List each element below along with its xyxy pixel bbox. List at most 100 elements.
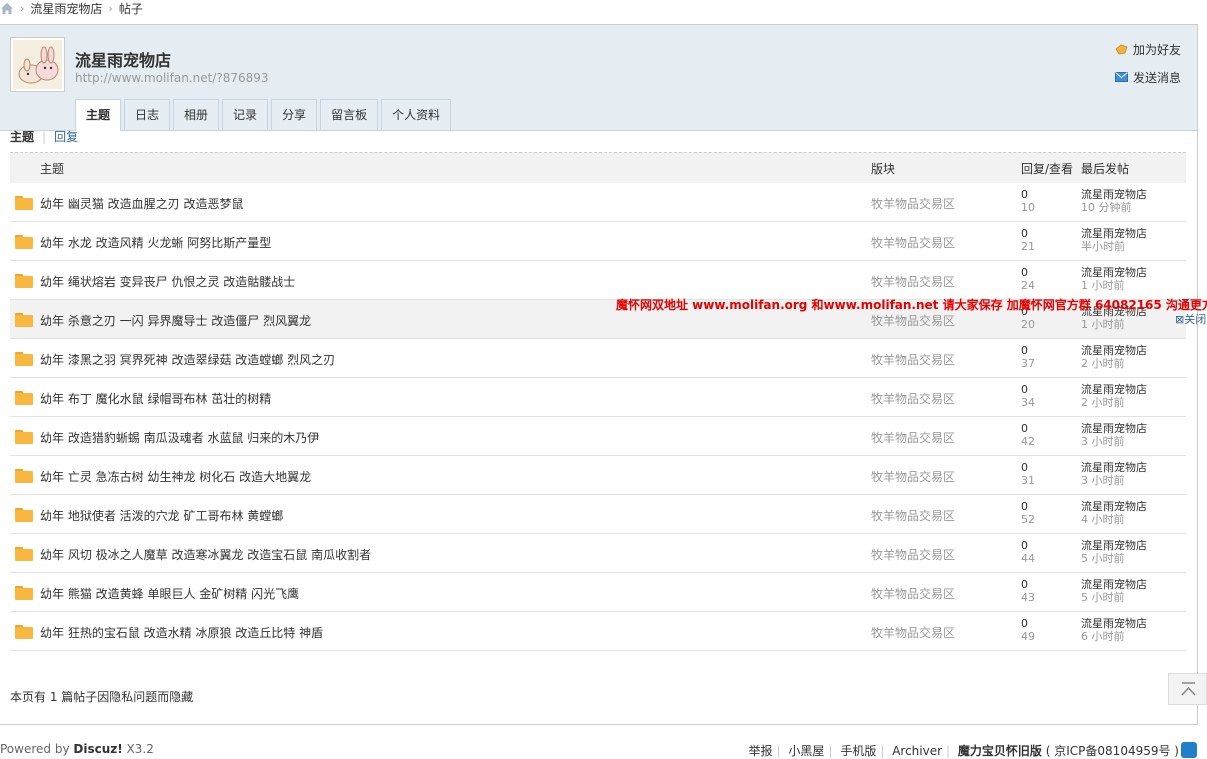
back-to-top-button[interactable] — [1168, 673, 1207, 705]
last-post-user[interactable]: 流星雨宠物店 — [1081, 461, 1147, 474]
subtab-topics[interactable]: 主题 — [10, 128, 34, 145]
footer-mobile-link[interactable]: 手机版 — [840, 744, 876, 758]
thread-title[interactable]: 幼年 绳状熔岩 变异丧尸 仇恨之灵 改造骷髅战士 — [40, 273, 295, 290]
tab-topics[interactable]: 主题 — [75, 99, 122, 131]
header-last-post: 最后发帖 — [1081, 161, 1130, 176]
header-forum: 版块 — [871, 161, 896, 176]
last-post-user[interactable]: 流星雨宠物店 — [1081, 344, 1147, 357]
breadcrumb-separator: › — [20, 1, 25, 15]
avatar[interactable] — [10, 37, 65, 92]
last-post-time[interactable]: 1 小时前 — [1081, 279, 1147, 292]
footer-blackroom-link[interactable]: 小黑屋 — [788, 744, 824, 758]
last-post-time[interactable]: 5 小时前 — [1081, 552, 1147, 565]
footer-site-link[interactable]: 魔力宝贝怀旧版 — [958, 744, 1042, 758]
thread-forum[interactable]: 牧羊物品交易区 — [871, 234, 955, 251]
last-post-time[interactable]: 半小时前 — [1081, 240, 1147, 253]
footer-icp-link[interactable]: ( 京ICP备08104959号 ) — [1046, 744, 1179, 758]
thread-title[interactable]: 幼年 亡灵 急冻古树 幼生神龙 树化石 改造大地翼龙 — [40, 468, 311, 485]
thread-title[interactable]: 幼年 漆黑之羽 冥界死神 改造翠绿菇 改造螳螂 烈风之刃 — [40, 351, 335, 368]
discuz-link[interactable]: Discuz! — [73, 742, 122, 756]
thread-forum[interactable]: 牧羊物品交易区 — [871, 351, 955, 368]
thread-title[interactable]: 幼年 布丁 魔化水鼠 绿帽哥布林 茁壮的树精 — [40, 390, 271, 407]
last-post-time[interactable]: 6 小时前 — [1081, 630, 1147, 643]
thread-forum[interactable]: 牧羊物品交易区 — [871, 585, 955, 602]
last-post-time[interactable]: 3 小时前 — [1081, 474, 1147, 487]
last-post: 流星雨宠物店 半小时前 — [1081, 227, 1147, 253]
table-row: 幼年 漆黑之羽 冥界死神 改造翠绿菇 改造螳螂 烈风之刃 牧羊物品交易区 0 37 流星… — [10, 339, 1186, 378]
folder-icon — [15, 196, 33, 210]
profile-url[interactable]: http://www.molifan.net/?876893 — [75, 71, 269, 85]
folder-icon — [15, 313, 33, 327]
last-post-user[interactable]: 流星雨宠物店 — [1081, 422, 1147, 435]
thread-forum[interactable]: 牧羊物品交易区 — [871, 195, 955, 212]
folder-icon — [15, 430, 33, 444]
view-count: 52 — [1021, 513, 1035, 526]
tab-share[interactable]: 分享 — [271, 99, 318, 130]
view-count: 21 — [1021, 240, 1035, 253]
reply-count: 0 — [1021, 266, 1028, 279]
tab-guestbook[interactable]: 留言板 — [320, 99, 379, 130]
last-post: 流星雨宠物店 3 小时前 — [1081, 461, 1147, 487]
tab-records[interactable]: 记录 — [222, 99, 269, 130]
last-post-user[interactable]: 流星雨宠物店 — [1081, 500, 1147, 513]
footer-archiver-link[interactable]: Archiver — [892, 744, 942, 758]
notice-close-button[interactable]: ⊠关闭 — [1175, 311, 1206, 327]
thread-title[interactable]: 幼年 熊猫 改造黄蜂 单眼巨人 金矿树精 闪光飞鹰 — [40, 585, 299, 602]
last-post-time[interactable]: 3 小时前 — [1081, 435, 1147, 448]
thread-forum[interactable]: 牧羊物品交易区 — [871, 273, 955, 290]
thread-title[interactable]: 幼年 狂热的宝石鼠 改造水精 冰原狼 改造丘比特 神盾 — [40, 624, 323, 641]
subtab-divider: | — [42, 129, 47, 144]
last-post-user[interactable]: 流星雨宠物店 — [1081, 578, 1147, 591]
last-post-time[interactable]: 5 小时前 — [1081, 591, 1147, 604]
add-friend-button[interactable]: 加为好友 — [1115, 41, 1181, 57]
thread-forum[interactable]: 牧羊物品交易区 — [871, 429, 955, 446]
reply-count: 0 — [1021, 617, 1028, 630]
folder-icon — [15, 391, 33, 405]
last-post-time[interactable]: 2 小时前 — [1081, 396, 1147, 409]
thread-forum[interactable]: 牧羊物品交易区 — [871, 507, 955, 524]
footer-report-link[interactable]: 举报 — [749, 744, 773, 758]
subtab-replies[interactable]: 回复 — [54, 128, 78, 145]
breadcrumb-item-shop[interactable]: 流星雨宠物店 — [30, 0, 102, 17]
last-post-time[interactable]: 4 小时前 — [1081, 513, 1147, 526]
thread-forum[interactable]: 牧羊物品交易区 — [871, 546, 955, 563]
send-message-label: 发送消息 — [1132, 70, 1181, 85]
site-notice[interactable]: 魔怀网双地址 www.molifan.org 和www.molifan.net … — [616, 296, 1207, 313]
last-post-time[interactable]: 10 分钟前 — [1081, 201, 1147, 214]
thread-title[interactable]: 幼年 改造猎豹蜥蜴 南瓜汲魂者 水蓝鼠 归来的木乃伊 — [40, 429, 319, 446]
profile-name[interactable]: 流星雨宠物店 — [75, 47, 171, 71]
home-icon[interactable] — [0, 2, 14, 15]
thread-title[interactable]: 幼年 地狱使者 活泼的穴龙 矿工哥布林 黄螳螂 — [40, 507, 283, 524]
tab-album[interactable]: 相册 — [173, 99, 220, 130]
last-post-user[interactable]: 流星雨宠物店 — [1081, 617, 1147, 630]
last-post-user[interactable]: 流星雨宠物店 — [1081, 188, 1147, 201]
view-count: 43 — [1021, 591, 1035, 604]
thread-forum[interactable]: 牧羊物品交易区 — [871, 390, 955, 407]
last-post-user[interactable]: 流星雨宠物店 — [1081, 266, 1147, 279]
view-count: 49 — [1021, 630, 1035, 643]
thread-title[interactable]: 幼年 杀意之刃 一闪 异界魔导士 改造僵尸 烈风翼龙 — [40, 312, 311, 329]
tab-profile[interactable]: 个人资料 — [381, 99, 452, 130]
thread-forum[interactable]: 牧羊物品交易区 — [871, 312, 955, 329]
send-message-button[interactable]: 发送消息 — [1114, 69, 1181, 85]
reply-view-counts: 0 44 — [1021, 539, 1035, 565]
thread-forum[interactable]: 牧羊物品交易区 — [871, 624, 955, 641]
security-badge-icon[interactable] — [1181, 742, 1197, 758]
last-post-user[interactable]: 流星雨宠物店 — [1081, 383, 1147, 396]
table-row: 幼年 幽灵猫 改造血腥之刃 改造恶梦鼠 牧羊物品交易区 0 10 流星雨宠物店 10 分钟… — [10, 183, 1186, 222]
last-post-user[interactable]: 流星雨宠物店 — [1081, 227, 1147, 240]
breadcrumb-separator: › — [108, 1, 113, 15]
thread-title[interactable]: 幼年 幽灵猫 改造血腥之刃 改造恶梦鼠 — [40, 195, 243, 212]
last-post-time[interactable]: 2 小时前 — [1081, 357, 1147, 370]
thread-title[interactable]: 幼年 风切 极冰之人魔草 改造寒冰翼龙 改造宝石鼠 南瓜收割者 — [40, 546, 371, 563]
header-subject: 主题 — [40, 161, 65, 176]
table-row: 幼年 狂热的宝石鼠 改造水精 冰原狼 改造丘比特 神盾 牧羊物品交易区 0 49 流星雨… — [10, 612, 1186, 651]
last-post-time[interactable]: 1 小时前 — [1081, 318, 1147, 331]
view-count: 10 — [1021, 201, 1035, 214]
table-row: 幼年 改造猎豹蜥蜴 南瓜汲魂者 水蓝鼠 归来的木乃伊 牧羊物品交易区 0 42 流星雨宠… — [10, 417, 1186, 456]
thread-forum[interactable]: 牧羊物品交易区 — [871, 468, 955, 485]
thread-title[interactable]: 幼年 水龙 改造风精 火龙蜥 阿努比斯产量型 — [40, 234, 271, 251]
last-post-user[interactable]: 流星雨宠物店 — [1081, 539, 1147, 552]
powered-version: X3.2 — [122, 742, 154, 756]
tab-blog[interactable]: 日志 — [124, 99, 171, 130]
